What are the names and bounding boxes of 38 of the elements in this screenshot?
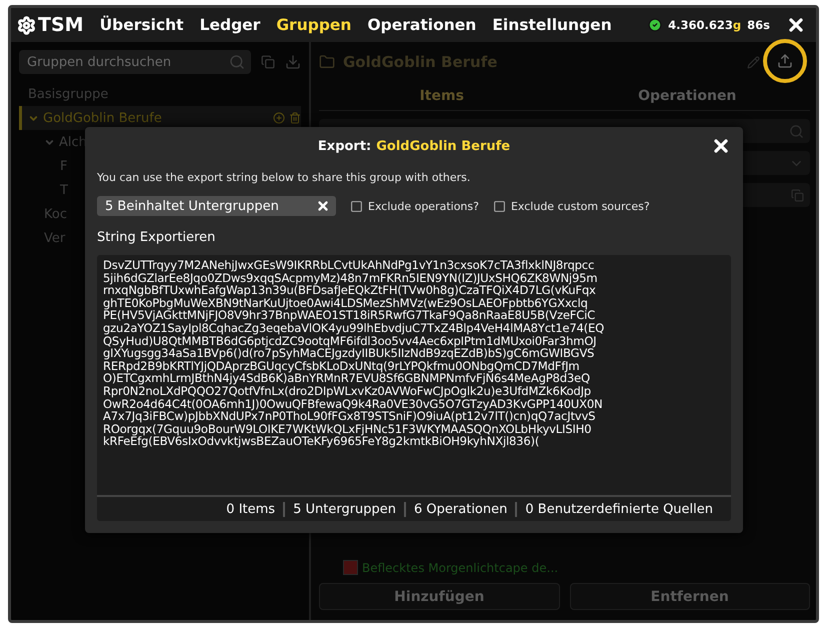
dialog-title: Export: bbox=[318, 138, 372, 154]
check-icon bbox=[648, 18, 662, 32]
tag-label: 5 Beinhaltet Untergruppen bbox=[105, 198, 279, 214]
gear-icon bbox=[17, 16, 36, 34]
panel-button[interactable]: Hinzufügen bbox=[319, 583, 560, 610]
stat-label: 6 Operationen bbox=[404, 502, 516, 516]
folder-icon bbox=[319, 54, 335, 70]
item-row[interactable]: Beflecktes Morgenlichtcape de... bbox=[343, 560, 810, 575]
option-checkbox[interactable]: Exclude operations? bbox=[350, 200, 479, 212]
app-logo: TSM bbox=[17, 14, 84, 36]
remove-button[interactable] bbox=[316, 199, 330, 213]
export-string: DsvZUTTrqyy7M2ANehjJwxGEsW9IKRRbLCvtUkAhNdPg1vY1n3cxsoK7cTA3flxklNJ8rqpcc 5jih6dGZlarEe8Jqo0ZDws9xqqSAcpmyMz)48n7mFKRn5IEN9YN(IZ)JUxSHQ6ZK8WNj95m rnxqNgbBfTUxwhEafgWap13n39u(BFDsafJeEQkZtFH(TVw0h8g)CzaTFQiX4D7LG(vKuFqx ghTE0KoPbgMuWeXBN9tNarKuUjtoe0Awi4LDSMezShMVz(wEz9OsLAEOFpbtb6YGXxclq PE(HV5VjAGkttMNjFJO8V9hr37BnpWAEO1ST18iR5RwfG7TkaF9Qa8nRaaE8U5B(VzeFCiC gzu2aYOZ1SayIpl8CqhacZg3eqebaVlOK4yu99lhEbvdjuC7TxZ4Blp4VeH4lMA8Yct1e74(EQ QSyHud)U8QtMMBTB6dG6ptjcdZC9ootqMF6ifdl3oo5vv4Aec6xpIPtm1dMUxoi0Far3hmOJ gIXYugsgg34aSa1BVp6()d(ro7pSyhMaCEJgzdyIIBUk5IIzNdB9zqEZdB)bS)gC6mGWIBGVS RERpd2B9bKRTlYJjQDAprzBGUqcyCfsbKLoDxUNtq(9rLYPQkfmu0ONbgQmCD7MdFfJm O)ETCgxmhLrmJBthN4jy4SdB6K)aBnYRMnR7EVU8Sf6GBNMPNmfvFjN6s4MeAgP8d3eQ Rpr0N2noLXdPQQO27QotfVfnLx(dro2DIpWLxvKz0AVWoFwCJpOglk2u)e3UfdMZk6KodJp OwR2o4d64C4t(0OA6mh1J)0OwuQFBfewaQ9k4Ra0VE30vG5O7GTzyAD3KvGPP140UX0N A7x7Jq3iFBCw)pJbbXNdUPx7nP0ThoL90fFGx8T9STSniF)O9iuA(pt12v7lT()cn)qQ7acJtvvS ROorgqx(7Gquu9oBourW9LOIKE7WKtWkQLxFjHNc51F3WKYMAASQQnXOLbHkyvLISIH0 kRFeEfg(EBV6sIxOdvvktjwsBEZauOTeKFy6965FeY8g2kmtkBiOH9kyhNXjl836)( bbox=[102, 257, 606, 450]
search-icon bbox=[229, 54, 245, 70]
description: You can use the export string below to share this group with others. bbox=[97, 171, 472, 184]
nav-tab[interactable]: Übersicht bbox=[100, 16, 184, 34]
option-checkbox[interactable]: Exclude custom sources? bbox=[492, 200, 650, 212]
currency-amount: 4.360.623g bbox=[668, 18, 742, 32]
checkbox[interactable] bbox=[350, 200, 363, 212]
panel-tab[interactable]: Items bbox=[319, 82, 564, 110]
string-label: String Exportieren bbox=[97, 230, 216, 245]
nav-tab[interactable]: Ledger bbox=[200, 16, 260, 34]
nav-tab[interactable]: Gruppen bbox=[276, 16, 352, 34]
stat-label: 0 Benutzerdefinierte Quellen bbox=[515, 502, 721, 516]
panel-button[interactable]: Entfernen bbox=[570, 583, 810, 610]
upload-icon bbox=[777, 53, 793, 69]
tree-item[interactable]: Basisgruppe bbox=[19, 82, 301, 106]
nav-tab[interactable]: Operationen bbox=[367, 16, 476, 34]
item-icon bbox=[343, 560, 358, 575]
stat-label: 0 Items bbox=[225, 502, 276, 516]
group-name: GoldGoblin Berufe bbox=[376, 138, 510, 154]
checkbox[interactable] bbox=[492, 200, 506, 212]
export-string-box[interactable] bbox=[97, 255, 731, 521]
stat-label: 5 Untergruppen bbox=[283, 502, 404, 516]
timer: 86s bbox=[747, 18, 770, 32]
search-field[interactable]: Gruppen durchsuchen bbox=[19, 50, 251, 74]
search-icon bbox=[789, 124, 804, 138]
nav-tab[interactable]: Einstellungen bbox=[492, 16, 612, 34]
panel-tab[interactable]: Operationen bbox=[564, 82, 810, 110]
